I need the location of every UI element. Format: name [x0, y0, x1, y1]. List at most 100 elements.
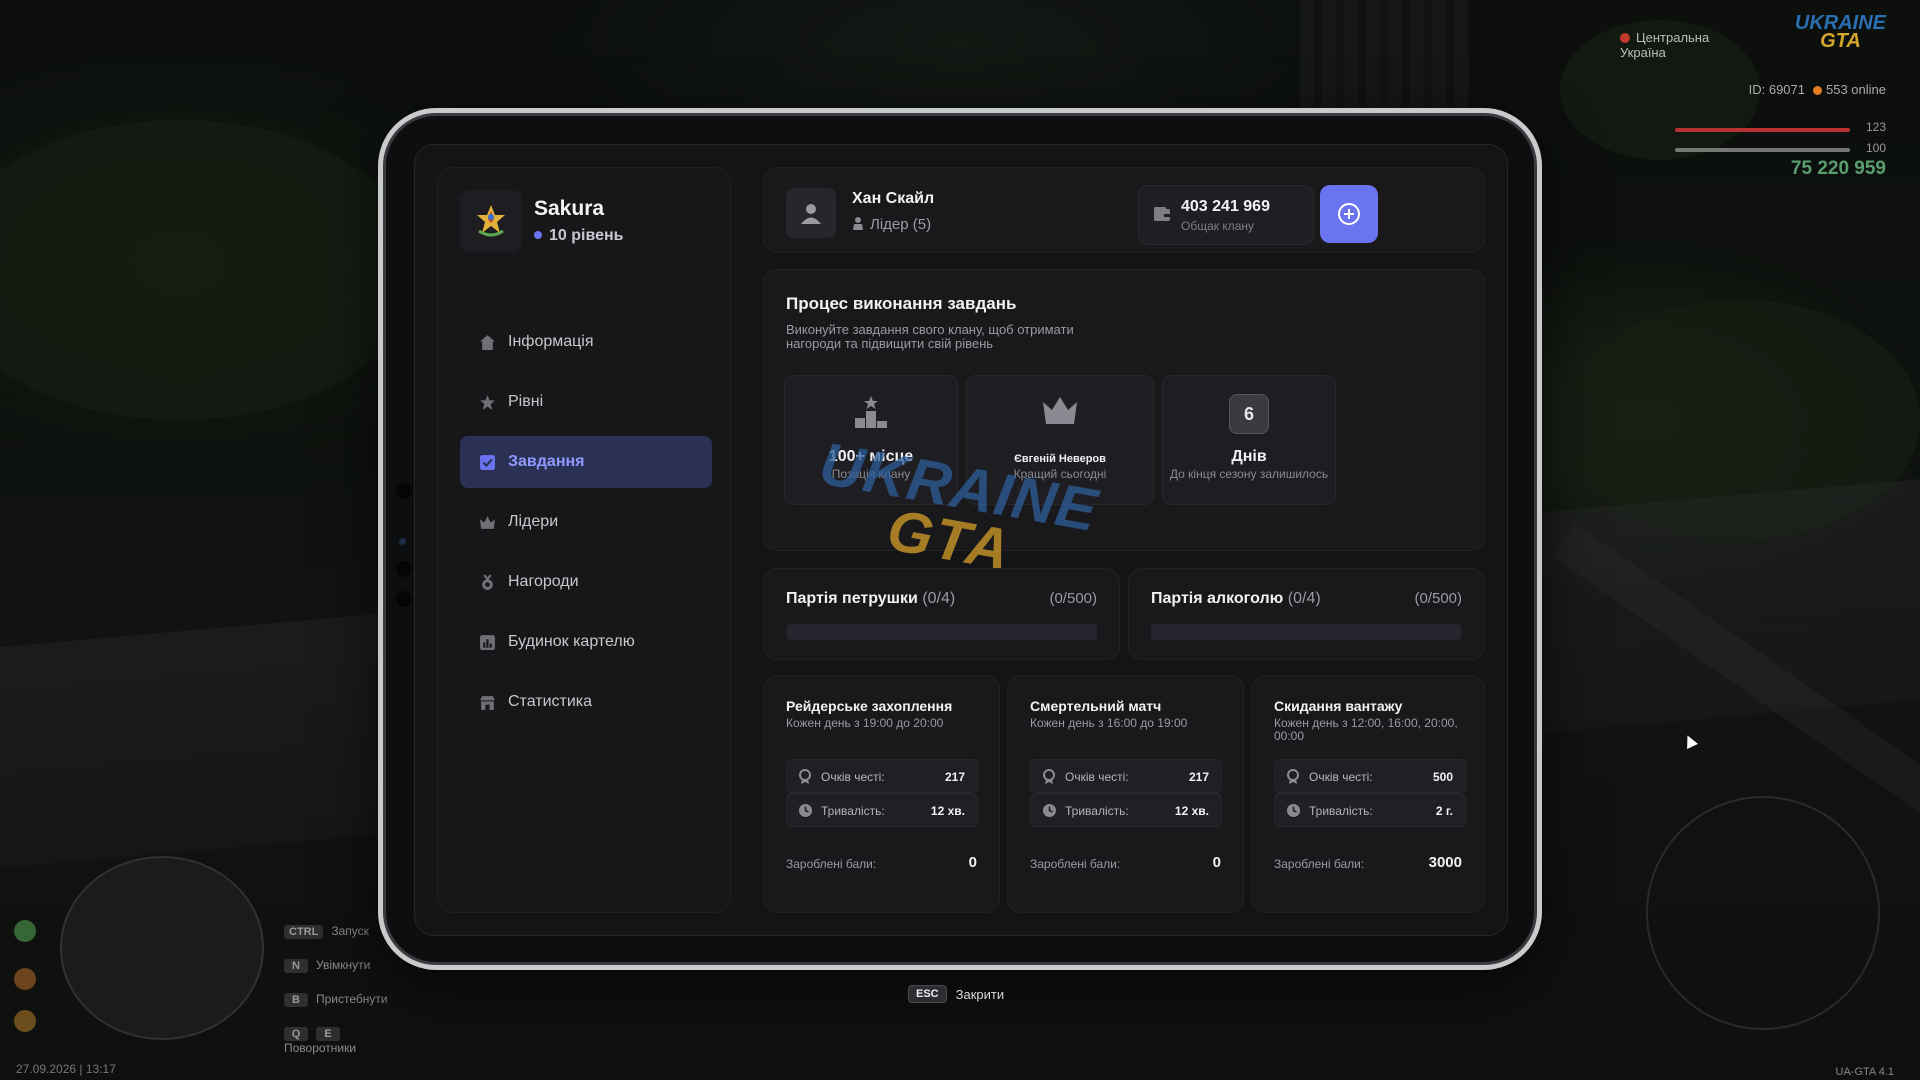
- money-value: 75 220 959: [1790, 158, 1886, 179]
- key-hint: N Увімкнути: [284, 958, 370, 973]
- earned-value: 0: [968, 854, 977, 871]
- clan-logo: [460, 190, 522, 252]
- duration-label: Тривалість:: [1065, 804, 1129, 818]
- hud-bottom-left: CTRL Запуск N Увімкнути B Пристебнути Q EПов…: [0, 820, 420, 1080]
- deposit-button[interactable]: [1320, 185, 1378, 243]
- honor-label: Очків честі:: [1065, 770, 1129, 784]
- party-title: Партія петрушки (0/4): [786, 590, 956, 607]
- player-id: ID: 69071 553 online: [1748, 82, 1886, 97]
- duration-label: Тривалість:: [821, 804, 885, 818]
- duration-label: Тривалість:: [1309, 804, 1373, 818]
- version-label: UA-GTA 4.1: [1835, 1066, 1894, 1078]
- sidebar-item-cartel-house[interactable]: Будинок картелю: [460, 616, 712, 668]
- duration-value: 2 г.: [1435, 804, 1453, 818]
- shop-icon: [478, 693, 496, 711]
- leader-header: Хан Скайл Лідер (5) 403 241 969 Общак кл…: [763, 167, 1485, 253]
- task-title: Рейдерське захоплення: [786, 698, 953, 714]
- minimap: [60, 856, 264, 1040]
- days-count: 6: [1229, 394, 1269, 434]
- plus-circle-icon: [1338, 203, 1360, 225]
- earned-value: 0: [1212, 854, 1221, 871]
- season-days-label: До кінця сезону залишилось: [1169, 467, 1329, 481]
- earned-value: 3000: [1428, 854, 1462, 871]
- task-card-cargo-drop: Скидання вантажу Кожен день з 12:00, 16:…: [1251, 675, 1485, 913]
- duration-row: Тривалість: 12 хв.: [786, 793, 978, 827]
- clock-icon: [799, 804, 812, 817]
- camera-dot: [396, 591, 412, 607]
- task-schedule: Кожен день з 19:00 до 20:00: [786, 716, 944, 730]
- clan-position-stat: 100+ місце Позиція клану: [784, 375, 958, 505]
- close-label: Закрити: [955, 986, 1005, 1002]
- armor-bar: [1675, 148, 1850, 152]
- checkbox-icon: [478, 453, 496, 471]
- clan-emblem-icon: [477, 205, 505, 237]
- level-dot-icon: [534, 231, 542, 239]
- earned-label: Зароблені бали:: [786, 857, 877, 871]
- sidebar-item-label: Інформація: [508, 333, 594, 350]
- award-icon: [1043, 769, 1055, 784]
- status-icon: [14, 1010, 36, 1032]
- bank-label: Общак клану: [1181, 219, 1255, 233]
- clan-position-value: 100+ місце: [828, 448, 914, 465]
- sidebar-item-label: Нагороди: [508, 573, 579, 590]
- clan-level: 10 рівень: [534, 227, 623, 245]
- leader-role: Лідер (5): [852, 216, 931, 233]
- status-icon: [14, 968, 36, 990]
- clock-icon: [1043, 804, 1056, 817]
- clan-name: Sakura: [534, 197, 605, 220]
- sidebar-item-tasks[interactable]: Завдання: [460, 436, 712, 488]
- sidebar: Sakura 10 рівень Інформація Рівні Завдан…: [437, 167, 731, 913]
- speedometer: [1646, 796, 1880, 1030]
- badge-icon: [853, 217, 863, 230]
- avatar: [786, 188, 836, 238]
- home-icon: [478, 333, 496, 351]
- sidebar-item-label: Лідери: [508, 513, 559, 530]
- clan-header: Sakura 10 рівень: [460, 190, 623, 252]
- camera-sensor: [399, 538, 406, 545]
- datetime: 27.09.2026 | 13:17: [16, 1062, 116, 1076]
- honor-label: Очків честі:: [1309, 770, 1373, 784]
- sidebar-item-label: Статистика: [508, 693, 593, 710]
- tablet-screen: Sakura 10 рівень Інформація Рівні Завдан…: [414, 144, 1508, 936]
- task-schedule: Кожен день з 16:00 до 19:00: [1030, 716, 1188, 730]
- award-icon: [1287, 769, 1299, 784]
- honor-value: 217: [944, 770, 965, 784]
- sidebar-item-info[interactable]: Інформація: [460, 316, 712, 368]
- honor-value: 500: [1432, 770, 1453, 784]
- sidebar-item-levels[interactable]: Рівні: [460, 376, 712, 428]
- party-progress-bar: [1151, 624, 1462, 640]
- camera-dot: [396, 561, 412, 577]
- sidebar-item-label: Завдання: [508, 453, 585, 470]
- sidebar-item-statistics[interactable]: Статистика: [460, 676, 712, 728]
- leader-name: Хан Скайл: [852, 190, 935, 207]
- task-schedule: Кожен день з 12:00, 16:00, 20:00, 00:00: [1274, 716, 1458, 743]
- armor-value: 100: [1865, 141, 1886, 155]
- honor-label: Очків честі:: [821, 770, 885, 784]
- earned-label: Зароблені бали:: [1274, 857, 1365, 871]
- best-today-label: Кращий сьогодні: [1013, 467, 1107, 481]
- earned-label: Зароблені бали:: [1030, 857, 1121, 871]
- online-icon: [1813, 86, 1822, 95]
- clan-position-label: Позиція клану: [831, 467, 911, 481]
- duration-row: Тривалість: 2 г.: [1274, 793, 1466, 827]
- close-hint[interactable]: ESC Закрити: [908, 985, 1004, 1003]
- task-card-raid: Рейдерське захоплення Кожен день з 19:00…: [763, 675, 1000, 913]
- sidebar-item-label: Рівні: [508, 393, 544, 410]
- party-progress-bar: [786, 624, 1097, 640]
- party-card-parsley: Партія петрушки (0/4) (0/500): [763, 568, 1120, 660]
- best-today-stat: Євгеній Неверов Кращий сьогодні: [966, 375, 1154, 505]
- process-description: Виконуйте завдання свого клану, щоб отри…: [786, 322, 1074, 351]
- crown-icon: [967, 394, 1153, 428]
- hud-top-right: Центральна Україна UKRAINE GTA ID: 69071 5…: [1620, 0, 1920, 190]
- duration-row: Тривалість: 12 хв.: [1030, 793, 1222, 827]
- chart-icon: [478, 633, 496, 651]
- honor-row: Очків честі: 500: [1274, 759, 1466, 793]
- region-label: Центральна Україна: [1620, 30, 1710, 60]
- location-icon: [1620, 33, 1630, 43]
- honor-row: Очків честі: 217: [786, 759, 978, 793]
- season-days-value: Днів: [1231, 448, 1267, 465]
- health-bar: [1675, 128, 1850, 132]
- task-title: Смертельний матч: [1030, 698, 1162, 714]
- sidebar-item-rewards[interactable]: Нагороди: [460, 556, 712, 608]
- sidebar-item-leaders[interactable]: Лідери: [460, 496, 712, 548]
